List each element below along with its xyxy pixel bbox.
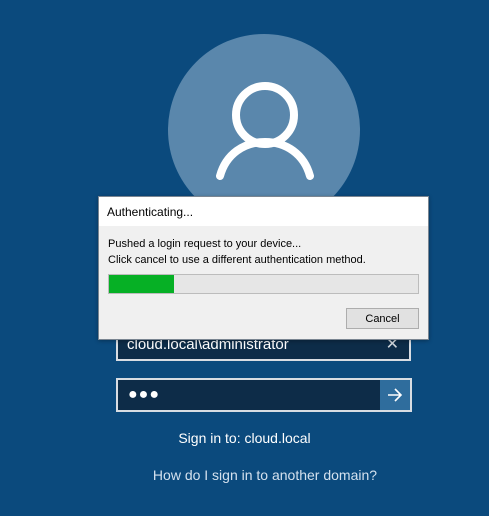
arrow-right-icon [388,388,403,402]
progress-bar [108,274,419,294]
dialog-message-line2: Click cancel to use a different authenti… [108,254,366,266]
password-field[interactable]: ●●● [116,378,412,412]
cancel-button[interactable]: Cancel [346,308,419,329]
password-value: ●●● [128,386,160,403]
sign-in-domain-label: Sign in to: cloud.local [178,430,311,446]
dialog-title: Authenticating... [107,205,194,219]
other-domain-link[interactable]: How do I sign in to another domain? [0,467,489,483]
progress-fill [109,275,174,293]
submit-button[interactable] [380,380,410,410]
authenticating-dialog: Authenticating... Pushed a login request… [98,196,429,340]
dialog-message-line1: Pushed a login request to your device... [108,238,302,250]
